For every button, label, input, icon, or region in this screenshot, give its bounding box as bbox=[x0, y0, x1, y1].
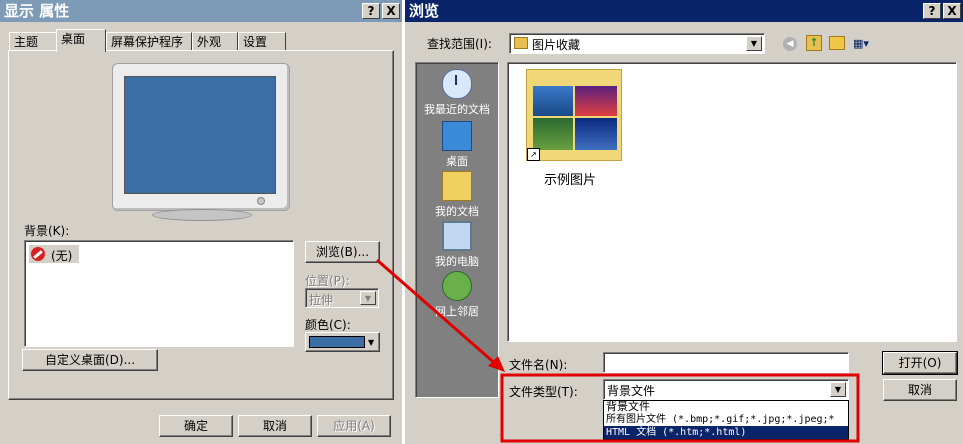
tab-desktop[interactable]: 桌面 bbox=[56, 29, 106, 52]
annotation-overlay bbox=[376, 258, 860, 443]
annotation-box bbox=[500, 373, 860, 443]
annotation-arrow bbox=[376, 258, 499, 368]
